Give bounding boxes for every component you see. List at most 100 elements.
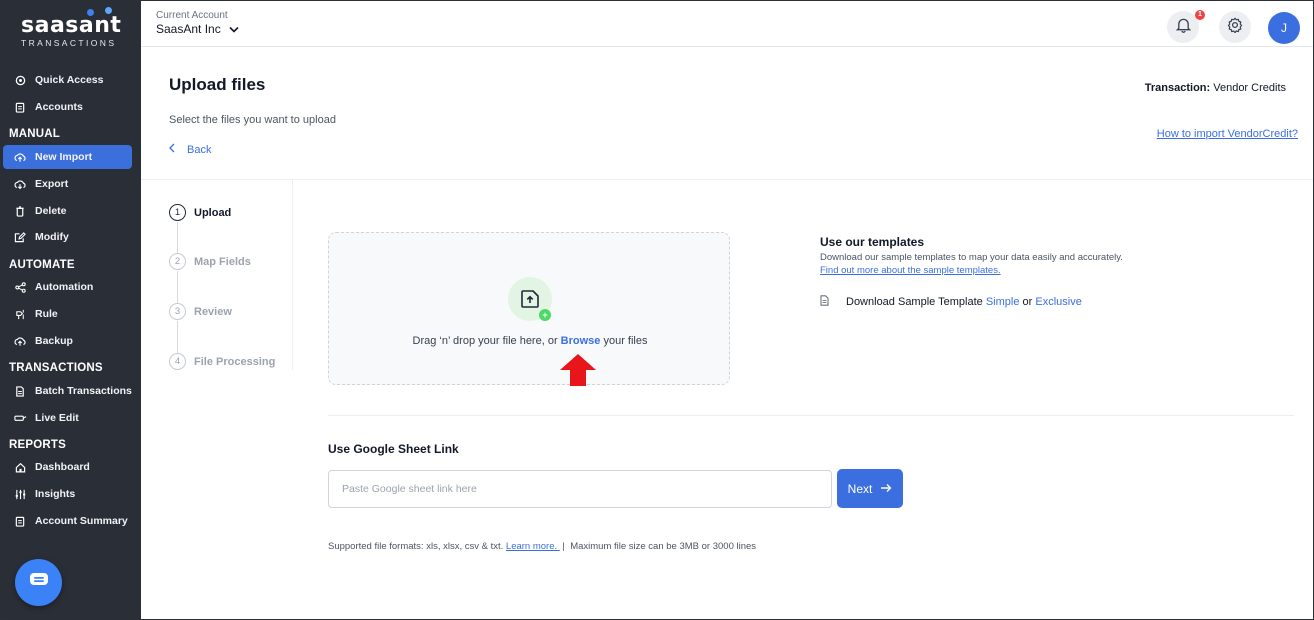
step-label: File Processing bbox=[194, 355, 276, 368]
sidebar-item-label: Backup bbox=[35, 335, 73, 347]
sidebar-item-label: Export bbox=[35, 178, 69, 190]
page-title: Upload files bbox=[169, 75, 266, 94]
back-link[interactable]: Back bbox=[169, 143, 211, 156]
clipboard-icon bbox=[13, 100, 27, 114]
logo-subtitle: TRANSACTIONS bbox=[21, 38, 117, 48]
sidebar-item-delete[interactable]: Delete bbox=[3, 199, 132, 223]
app-window: saasant TRANSACTIONS Quick Access Accoun… bbox=[0, 0, 1314, 620]
cloud-download-icon bbox=[13, 177, 27, 191]
sidebar-item-label: Dashboard bbox=[35, 461, 90, 473]
step-file-processing: 4 File Processing bbox=[169, 353, 275, 370]
section-heading-automate: AUTOMATE bbox=[9, 259, 75, 271]
learn-more-link[interactable]: Learn more. bbox=[506, 541, 560, 552]
sliders-icon bbox=[13, 487, 27, 501]
brand-logo[interactable]: saasant TRANSACTIONS bbox=[17, 7, 127, 48]
sidebar-item-rule[interactable]: Rule bbox=[3, 302, 132, 326]
google-sheet-title: Use Google Sheet Link bbox=[328, 442, 459, 456]
max-size-text: Maximum file size can be 3MB or 3000 lin… bbox=[570, 541, 757, 552]
sidebar-item-label: Automation bbox=[35, 281, 94, 293]
step-number: 1 bbox=[169, 204, 186, 221]
target-icon bbox=[13, 73, 27, 87]
supported-formats-note: Supported file formats: xls, xlsx, csv &… bbox=[328, 541, 756, 552]
account-switcher[interactable]: SaasAnt Inc bbox=[156, 22, 239, 36]
sidebar-item-label: Delete bbox=[35, 205, 67, 217]
sidebar-item-label: Quick Access bbox=[35, 74, 104, 86]
dropzone-text: your files bbox=[600, 335, 648, 347]
step-review: 3 Review bbox=[169, 303, 232, 320]
stepper-connector bbox=[177, 222, 178, 253]
cloud-backup-icon bbox=[13, 334, 27, 348]
chevron-left-icon bbox=[169, 143, 175, 156]
user-avatar[interactable]: J bbox=[1268, 12, 1300, 44]
divider bbox=[292, 180, 293, 370]
or-text: or bbox=[1019, 296, 1036, 308]
gear-icon bbox=[1227, 17, 1243, 38]
settings-button[interactable] bbox=[1219, 11, 1251, 43]
sidebar-item-live-edit[interactable]: Live Edit bbox=[3, 406, 132, 430]
download-template-text: Download Sample Template bbox=[846, 296, 983, 308]
sidebar-item-accounts[interactable]: Accounts bbox=[3, 95, 132, 119]
sidebar-item-dashboard[interactable]: Dashboard bbox=[3, 455, 132, 479]
separator: | bbox=[559, 541, 571, 552]
divider bbox=[328, 415, 1294, 416]
section-heading-reports: REPORTS bbox=[9, 439, 66, 451]
document-icon bbox=[820, 295, 829, 309]
transaction-type: Transaction: Vendor Credits bbox=[1145, 82, 1286, 94]
divider bbox=[141, 179, 1313, 180]
trash-icon bbox=[13, 204, 27, 218]
live-edit-icon bbox=[13, 411, 27, 425]
annotation-arrow-icon bbox=[558, 353, 598, 392]
templates-info-link[interactable]: Find out more about the sample templates… bbox=[820, 265, 1001, 276]
sidebar-item-label: Batch Transactions bbox=[35, 385, 132, 397]
next-button[interactable]: Next bbox=[837, 469, 903, 508]
step-label: Review bbox=[194, 305, 232, 318]
stepper-connector bbox=[177, 271, 178, 303]
edit-icon bbox=[13, 230, 27, 244]
step-upload: 1 Upload bbox=[169, 204, 231, 221]
account-name: SaasAnt Inc bbox=[156, 22, 221, 36]
sidebar-item-batch-transactions[interactable]: Batch Transactions bbox=[3, 379, 132, 403]
sidebar-item-export[interactable]: Export bbox=[3, 172, 132, 196]
clipboard-icon bbox=[13, 514, 27, 528]
chevron-down-icon bbox=[229, 22, 239, 36]
browse-link[interactable]: Browse bbox=[561, 335, 601, 347]
section-heading-manual: MANUAL bbox=[9, 128, 61, 140]
download-template-row: Download Sample Template Simple or Exclu… bbox=[820, 295, 1082, 309]
google-sheet-link-input[interactable] bbox=[328, 470, 832, 508]
notification-badge: 1 bbox=[1195, 10, 1205, 20]
sidebar-item-insights[interactable]: Insights bbox=[3, 482, 132, 506]
sidebar-item-backup[interactable]: Backup bbox=[3, 329, 132, 353]
sidebar-item-new-import[interactable]: New Import bbox=[3, 145, 132, 169]
step-number: 2 bbox=[169, 253, 186, 270]
sidebar-item-account-summary[interactable]: Account Summary bbox=[3, 509, 132, 533]
cloud-upload-icon bbox=[13, 150, 27, 164]
sidebar-item-label: New Import bbox=[35, 151, 93, 163]
step-number: 3 bbox=[169, 303, 186, 320]
exclusive-template-link[interactable]: Exclusive bbox=[1035, 296, 1081, 308]
document-icon bbox=[13, 384, 27, 398]
sidebar-item-automation[interactable]: Automation bbox=[3, 275, 132, 299]
home-icon bbox=[13, 460, 27, 474]
sidebar-item-label: Insights bbox=[35, 488, 76, 500]
next-label: Next bbox=[847, 481, 873, 496]
sidebar-item-modify[interactable]: Modify bbox=[3, 225, 132, 249]
step-map-fields: 2 Map Fields bbox=[169, 253, 251, 270]
stepper-connector bbox=[177, 321, 178, 353]
chat-support-button[interactable] bbox=[15, 559, 62, 606]
plus-icon: + bbox=[539, 309, 551, 321]
top-header: Current Account SaasAnt Inc bbox=[141, 1, 1313, 47]
step-label: Upload bbox=[194, 206, 232, 219]
step-label: Map Fields bbox=[194, 255, 251, 268]
sidebar-item-label: Live Edit bbox=[35, 412, 79, 424]
sidebar: saasant TRANSACTIONS Quick Access Accoun… bbox=[1, 1, 141, 619]
chat-icon bbox=[29, 572, 49, 593]
arrow-right-icon bbox=[880, 482, 892, 496]
dropzone-instructions: Drag ‘n’ drop your file here, or Browse … bbox=[329, 335, 731, 347]
file-dropzone[interactable]: + Drag ‘n’ drop your file here, or Brows… bbox=[328, 232, 730, 385]
current-account-label: Current Account bbox=[156, 10, 228, 21]
simple-template-link[interactable]: Simple bbox=[986, 296, 1020, 308]
how-to-import-link[interactable]: How to import VendorCredit? bbox=[1157, 128, 1298, 140]
sidebar-item-label: Rule bbox=[35, 308, 58, 320]
sidebar-item-quick-access[interactable]: Quick Access bbox=[3, 68, 132, 92]
formats-text: Supported file formats: xls, xlsx, csv &… bbox=[328, 541, 506, 552]
